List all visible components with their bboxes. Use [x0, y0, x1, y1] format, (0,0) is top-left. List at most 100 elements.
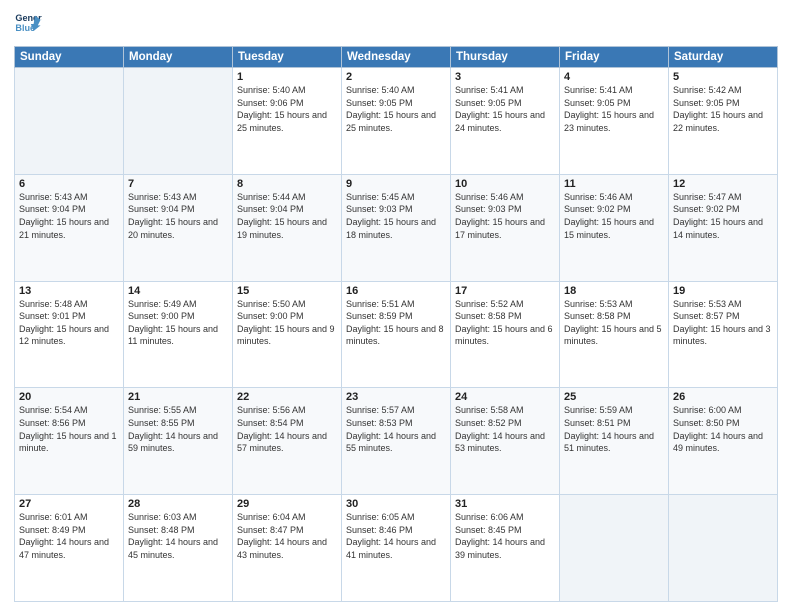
calendar-week-row: 13Sunrise: 5:48 AMSunset: 9:01 PMDayligh…	[15, 281, 778, 388]
day-number: 1	[237, 71, 337, 83]
calendar-cell: 22Sunrise: 5:56 AMSunset: 8:54 PMDayligh…	[233, 388, 342, 495]
cell-content: Sunrise: 5:40 AMSunset: 9:05 PMDaylight:…	[346, 84, 446, 134]
weekday-header: Wednesday	[342, 47, 451, 68]
day-number: 7	[128, 178, 228, 190]
calendar-cell: 30Sunrise: 6:05 AMSunset: 8:46 PMDayligh…	[342, 495, 451, 602]
calendar-cell: 6Sunrise: 5:43 AMSunset: 9:04 PMDaylight…	[15, 174, 124, 281]
calendar-cell	[560, 495, 669, 602]
day-number: 25	[564, 391, 664, 403]
calendar-week-row: 1Sunrise: 5:40 AMSunset: 9:06 PMDaylight…	[15, 68, 778, 175]
calendar-cell: 26Sunrise: 6:00 AMSunset: 8:50 PMDayligh…	[669, 388, 778, 495]
day-number: 3	[455, 71, 555, 83]
day-number: 28	[128, 498, 228, 510]
day-number: 31	[455, 498, 555, 510]
calendar-week-row: 27Sunrise: 6:01 AMSunset: 8:49 PMDayligh…	[15, 495, 778, 602]
calendar-cell: 20Sunrise: 5:54 AMSunset: 8:56 PMDayligh…	[15, 388, 124, 495]
cell-content: Sunrise: 5:43 AMSunset: 9:04 PMDaylight:…	[128, 191, 228, 241]
cell-content: Sunrise: 5:45 AMSunset: 9:03 PMDaylight:…	[346, 191, 446, 241]
calendar-cell: 15Sunrise: 5:50 AMSunset: 9:00 PMDayligh…	[233, 281, 342, 388]
calendar-cell: 5Sunrise: 5:42 AMSunset: 9:05 PMDaylight…	[669, 68, 778, 175]
weekday-header: Saturday	[669, 47, 778, 68]
weekday-header: Monday	[124, 47, 233, 68]
calendar-cell: 23Sunrise: 5:57 AMSunset: 8:53 PMDayligh…	[342, 388, 451, 495]
cell-content: Sunrise: 6:01 AMSunset: 8:49 PMDaylight:…	[19, 511, 119, 561]
day-number: 11	[564, 178, 664, 190]
day-number: 6	[19, 178, 119, 190]
calendar-cell: 8Sunrise: 5:44 AMSunset: 9:04 PMDaylight…	[233, 174, 342, 281]
calendar-cell: 29Sunrise: 6:04 AMSunset: 8:47 PMDayligh…	[233, 495, 342, 602]
day-number: 8	[237, 178, 337, 190]
calendar-cell: 31Sunrise: 6:06 AMSunset: 8:45 PMDayligh…	[451, 495, 560, 602]
day-number: 23	[346, 391, 446, 403]
calendar-cell: 9Sunrise: 5:45 AMSunset: 9:03 PMDaylight…	[342, 174, 451, 281]
cell-content: Sunrise: 5:47 AMSunset: 9:02 PMDaylight:…	[673, 191, 773, 241]
day-number: 4	[564, 71, 664, 83]
page-container: General Blue SundayMondayTuesdayWednesda…	[0, 0, 792, 612]
cell-content: Sunrise: 6:00 AMSunset: 8:50 PMDaylight:…	[673, 404, 773, 454]
day-number: 26	[673, 391, 773, 403]
calendar-cell: 16Sunrise: 5:51 AMSunset: 8:59 PMDayligh…	[342, 281, 451, 388]
day-number: 13	[19, 285, 119, 297]
calendar-cell: 13Sunrise: 5:48 AMSunset: 9:01 PMDayligh…	[15, 281, 124, 388]
cell-content: Sunrise: 5:42 AMSunset: 9:05 PMDaylight:…	[673, 84, 773, 134]
cell-content: Sunrise: 5:52 AMSunset: 8:58 PMDaylight:…	[455, 298, 555, 348]
day-number: 20	[19, 391, 119, 403]
calendar-cell: 2Sunrise: 5:40 AMSunset: 9:05 PMDaylight…	[342, 68, 451, 175]
weekday-header: Tuesday	[233, 47, 342, 68]
calendar-cell: 14Sunrise: 5:49 AMSunset: 9:00 PMDayligh…	[124, 281, 233, 388]
cell-content: Sunrise: 5:56 AMSunset: 8:54 PMDaylight:…	[237, 404, 337, 454]
cell-content: Sunrise: 5:53 AMSunset: 8:58 PMDaylight:…	[564, 298, 664, 348]
calendar-cell: 10Sunrise: 5:46 AMSunset: 9:03 PMDayligh…	[451, 174, 560, 281]
calendar-cell: 24Sunrise: 5:58 AMSunset: 8:52 PMDayligh…	[451, 388, 560, 495]
calendar-week-row: 6Sunrise: 5:43 AMSunset: 9:04 PMDaylight…	[15, 174, 778, 281]
cell-content: Sunrise: 5:53 AMSunset: 8:57 PMDaylight:…	[673, 298, 773, 348]
cell-content: Sunrise: 6:06 AMSunset: 8:45 PMDaylight:…	[455, 511, 555, 561]
day-number: 22	[237, 391, 337, 403]
cell-content: Sunrise: 5:54 AMSunset: 8:56 PMDaylight:…	[19, 404, 119, 454]
day-number: 2	[346, 71, 446, 83]
calendar-cell	[669, 495, 778, 602]
calendar-cell: 1Sunrise: 5:40 AMSunset: 9:06 PMDaylight…	[233, 68, 342, 175]
day-number: 17	[455, 285, 555, 297]
cell-content: Sunrise: 5:46 AMSunset: 9:02 PMDaylight:…	[564, 191, 664, 241]
day-number: 12	[673, 178, 773, 190]
logo-icon: General Blue	[14, 10, 42, 38]
cell-content: Sunrise: 5:57 AMSunset: 8:53 PMDaylight:…	[346, 404, 446, 454]
day-number: 15	[237, 285, 337, 297]
weekday-header: Thursday	[451, 47, 560, 68]
calendar-cell: 19Sunrise: 5:53 AMSunset: 8:57 PMDayligh…	[669, 281, 778, 388]
calendar-cell	[15, 68, 124, 175]
calendar-cell: 25Sunrise: 5:59 AMSunset: 8:51 PMDayligh…	[560, 388, 669, 495]
weekday-header: Sunday	[15, 47, 124, 68]
weekday-header: Friday	[560, 47, 669, 68]
calendar-cell: 12Sunrise: 5:47 AMSunset: 9:02 PMDayligh…	[669, 174, 778, 281]
day-number: 18	[564, 285, 664, 297]
day-number: 16	[346, 285, 446, 297]
cell-content: Sunrise: 5:41 AMSunset: 9:05 PMDaylight:…	[564, 84, 664, 134]
day-number: 24	[455, 391, 555, 403]
day-number: 5	[673, 71, 773, 83]
logo: General Blue	[14, 10, 42, 38]
day-number: 14	[128, 285, 228, 297]
day-number: 10	[455, 178, 555, 190]
cell-content: Sunrise: 6:04 AMSunset: 8:47 PMDaylight:…	[237, 511, 337, 561]
cell-content: Sunrise: 5:46 AMSunset: 9:03 PMDaylight:…	[455, 191, 555, 241]
cell-content: Sunrise: 5:48 AMSunset: 9:01 PMDaylight:…	[19, 298, 119, 348]
day-number: 9	[346, 178, 446, 190]
calendar-cell: 18Sunrise: 5:53 AMSunset: 8:58 PMDayligh…	[560, 281, 669, 388]
calendar-cell: 27Sunrise: 6:01 AMSunset: 8:49 PMDayligh…	[15, 495, 124, 602]
header: General Blue	[14, 10, 778, 38]
day-number: 21	[128, 391, 228, 403]
calendar-cell	[124, 68, 233, 175]
calendar-cell: 28Sunrise: 6:03 AMSunset: 8:48 PMDayligh…	[124, 495, 233, 602]
cell-content: Sunrise: 5:59 AMSunset: 8:51 PMDaylight:…	[564, 404, 664, 454]
cell-content: Sunrise: 5:44 AMSunset: 9:04 PMDaylight:…	[237, 191, 337, 241]
cell-content: Sunrise: 5:55 AMSunset: 8:55 PMDaylight:…	[128, 404, 228, 454]
cell-content: Sunrise: 5:43 AMSunset: 9:04 PMDaylight:…	[19, 191, 119, 241]
cell-content: Sunrise: 6:03 AMSunset: 8:48 PMDaylight:…	[128, 511, 228, 561]
day-number: 19	[673, 285, 773, 297]
calendar-week-row: 20Sunrise: 5:54 AMSunset: 8:56 PMDayligh…	[15, 388, 778, 495]
calendar-cell: 17Sunrise: 5:52 AMSunset: 8:58 PMDayligh…	[451, 281, 560, 388]
day-number: 30	[346, 498, 446, 510]
cell-content: Sunrise: 5:50 AMSunset: 9:00 PMDaylight:…	[237, 298, 337, 348]
